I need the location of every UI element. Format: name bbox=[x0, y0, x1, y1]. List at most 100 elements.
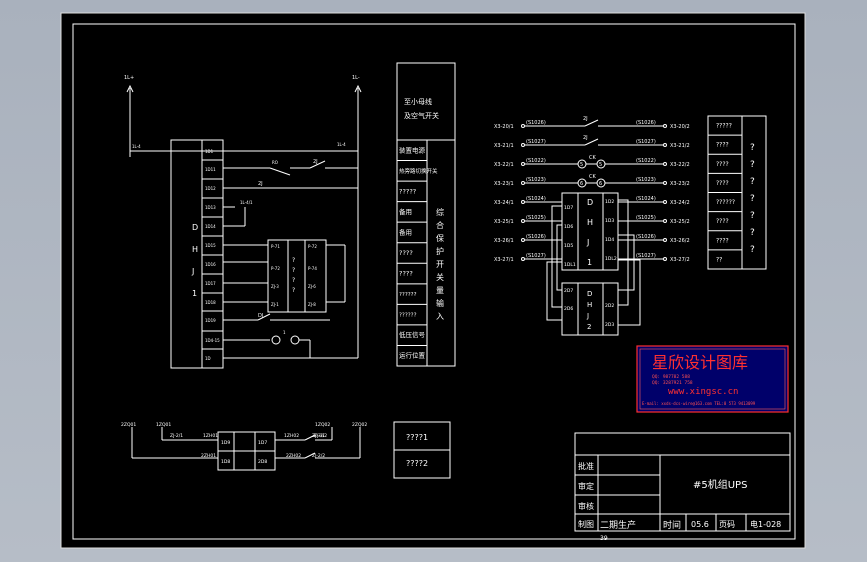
dhj-terminal-label: 1D16 bbox=[205, 262, 216, 267]
small-table-row: ????1 bbox=[406, 433, 428, 442]
relay-label-2j-a: 2J bbox=[313, 159, 318, 165]
right-wire-label: (S1027) bbox=[636, 253, 656, 259]
terminal-side-char: 综 bbox=[436, 207, 444, 217]
left-wire-label: (S1025) bbox=[526, 215, 546, 221]
dhj2-letter: H bbox=[587, 301, 592, 309]
dhj-terminal-label: 1D11 bbox=[205, 167, 216, 172]
interface-left-label: P-72 bbox=[271, 266, 280, 271]
aux-label-dj: DJ bbox=[258, 313, 263, 319]
terminal-row-label: 低压信号 bbox=[399, 330, 426, 339]
bottom-circuit-label: 2ZH01 bbox=[201, 453, 216, 459]
dhj-letter: 1 bbox=[192, 289, 197, 298]
right-list-item: ?????? bbox=[716, 199, 735, 206]
bottom-circuit-label: 1ZQ02 bbox=[315, 422, 330, 428]
lamp-number: 6 bbox=[580, 181, 583, 187]
dhj-terminal-label: 1D1 bbox=[205, 149, 214, 154]
dhj1-letter: H bbox=[587, 218, 593, 227]
watermark-title: 星欣设计图库 bbox=[652, 353, 748, 372]
bottom-circuit-label: ZJ-3/2 bbox=[314, 433, 327, 439]
left-terminal-label: X3-23/1 bbox=[494, 181, 514, 187]
right-list-q: ? bbox=[750, 194, 755, 204]
dhj2-left-label: 2D7 bbox=[564, 288, 573, 294]
right-list-item: ???? bbox=[716, 161, 729, 168]
dhj1-right-label: 1D3 bbox=[605, 218, 614, 224]
interface-left-label: P-71 bbox=[271, 244, 280, 249]
right-wire-label: (S1025) bbox=[636, 215, 656, 221]
schematic-drawing: 1L+ 1L- 1L-4 1L-4 1D11D111D121D131D141D1… bbox=[60, 12, 806, 549]
terminal-row-label: ????? bbox=[399, 187, 416, 195]
right-list-q: ? bbox=[750, 177, 755, 187]
terminal-header-line: 至小母线 bbox=[404, 97, 432, 106]
node-label: 1L-4/1 bbox=[240, 200, 253, 205]
lamp-number: 6 bbox=[599, 181, 602, 187]
drawing-title: #5机组UPS bbox=[693, 478, 747, 491]
left-terminal-label: X3-24/1 bbox=[494, 200, 514, 206]
right-list-q: ? bbox=[750, 160, 755, 170]
dhj-terminal-label: 1D17 bbox=[205, 281, 216, 286]
right-wire-label: (S1026) bbox=[636, 234, 656, 240]
right-wire-label: (S1022) bbox=[636, 158, 656, 164]
time-label: 时间 bbox=[663, 519, 681, 531]
title-block-row-label: 审定 bbox=[578, 481, 594, 491]
dhj2-letter: J bbox=[586, 312, 589, 320]
right-list-item: ???? bbox=[716, 180, 729, 187]
right-terminal-label: X3-22/2 bbox=[670, 162, 690, 168]
dhj2-right-label: 2D3 bbox=[605, 322, 614, 328]
interface-left-label: ZJ-3 bbox=[271, 284, 279, 289]
right-wire-label: (S1027) bbox=[636, 139, 656, 145]
interface-right-label: P-72 bbox=[308, 244, 317, 249]
switch-label: CK bbox=[589, 174, 596, 180]
title-block-row-label: 审核 bbox=[578, 501, 594, 511]
tap-label: 1L-4 bbox=[132, 144, 141, 149]
terminal-header-line: 及空气开关 bbox=[404, 111, 439, 120]
dhj-terminal-label: 1D4-15 bbox=[205, 338, 220, 343]
time-value: 05.6 bbox=[691, 520, 709, 529]
watermark-qq2: QQ: 3287921 758 bbox=[652, 380, 693, 386]
terminal-row-label: 备用 bbox=[399, 227, 412, 236]
switch-label: 2J bbox=[583, 135, 588, 141]
right-list-item: ?? bbox=[716, 256, 722, 263]
lamp-number: 5 bbox=[580, 162, 583, 168]
bottom-box-right-label: 2D8 bbox=[258, 459, 267, 465]
dhj-letter: D bbox=[192, 223, 198, 232]
interface-q-mark: ? bbox=[292, 277, 295, 284]
right-wire-label: (S1024) bbox=[636, 196, 656, 202]
dhj2-letter: D bbox=[587, 290, 592, 298]
bottom-box-left-label: 1D9 bbox=[221, 440, 230, 446]
dhj-terminal-label: 1D14 bbox=[205, 224, 216, 229]
relay-label-ra: RO bbox=[272, 160, 278, 165]
dhj-terminal-label: 1D bbox=[205, 356, 211, 361]
dhj1-right-label: 1D2 bbox=[605, 199, 614, 205]
bottom-circuit-label: 1ZH02 bbox=[284, 433, 299, 439]
terminal-row-label: ???? bbox=[399, 249, 413, 257]
right-list-q: ? bbox=[750, 143, 755, 153]
bottom-circuit-label: 2ZQ02 bbox=[352, 422, 367, 428]
dhj-terminal-label: 1D15 bbox=[205, 243, 216, 248]
lamp-number: 5 bbox=[599, 162, 602, 168]
left-terminal-label: X3-26/1 bbox=[494, 238, 514, 244]
left-wire-label: (S1022) bbox=[526, 158, 546, 164]
right-wire-label: (S1023) bbox=[636, 177, 656, 183]
dhj1-right-label: 1D4 bbox=[605, 237, 614, 243]
interface-right-label: ZJ-8 bbox=[308, 302, 316, 307]
right-terminal-label: X3-27/2 bbox=[670, 257, 690, 263]
dhj1-left-label: 1DL1 bbox=[564, 262, 576, 268]
dhj1-right-label: 1DL2 bbox=[605, 256, 617, 262]
terminal-row-label: ???? bbox=[399, 270, 413, 278]
left-wire-label: (S1027) bbox=[526, 139, 546, 145]
terminal-side-char: 量 bbox=[436, 286, 444, 295]
terminal-side-char: 护 bbox=[436, 246, 444, 256]
watermark-stamp: 星欣设计图库 QQ: 987782 588 QQ: 3287921 758 ww… bbox=[636, 345, 789, 413]
right-wire-label: (S1026) bbox=[636, 120, 656, 126]
right-terminal-label: X3-23/2 bbox=[670, 181, 690, 187]
dhj2-letter: 2 bbox=[587, 323, 591, 331]
drawing-sheet bbox=[60, 12, 806, 549]
right-terminal-label: X3-21/2 bbox=[670, 143, 690, 149]
dhj1-left-label: 1D5 bbox=[564, 243, 573, 249]
terminal-side-char: 入 bbox=[436, 312, 444, 321]
left-wire-label: (S1027) bbox=[526, 253, 546, 259]
right-terminal-label: X3-25/2 bbox=[670, 219, 690, 225]
relay-label-2j-b: 2J bbox=[258, 181, 263, 187]
bus-positive-label: 1L+ bbox=[124, 75, 134, 81]
left-wire-label: (S1023) bbox=[526, 177, 546, 183]
